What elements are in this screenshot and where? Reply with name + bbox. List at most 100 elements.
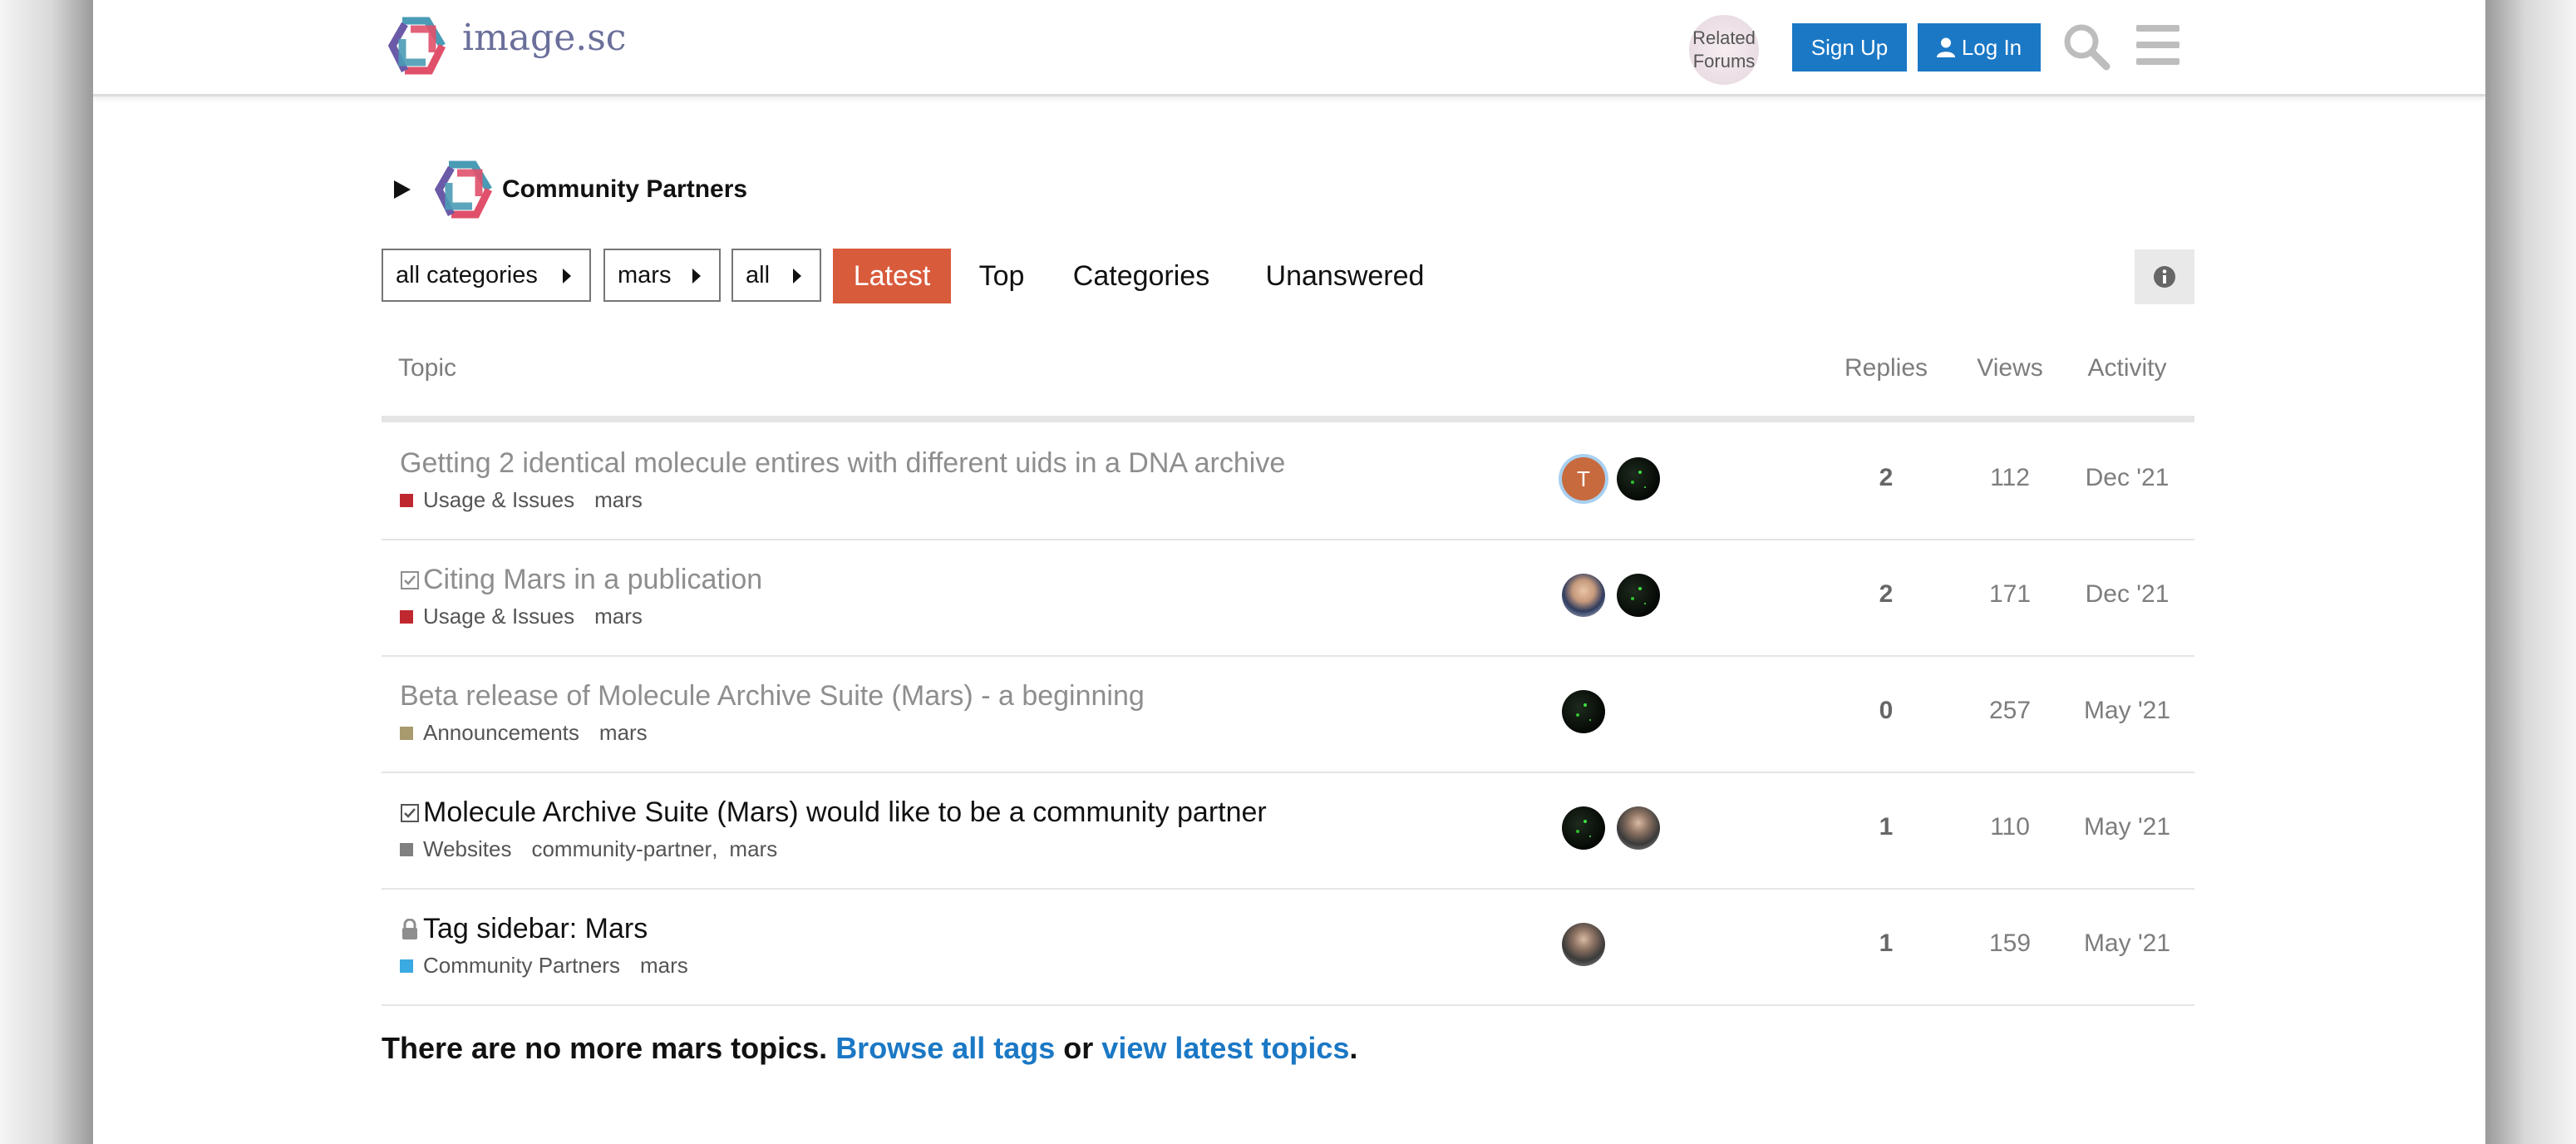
avatar[interactable] bbox=[1617, 457, 1660, 500]
reply-count[interactable]: 1 bbox=[1836, 813, 1936, 841]
category-badge-icon bbox=[400, 842, 413, 856]
category-title[interactable]: Community Partners bbox=[502, 175, 747, 204]
tag-link[interactable]: community-partner bbox=[531, 836, 712, 862]
avatar[interactable] bbox=[1617, 806, 1660, 850]
table-row: Molecule Archive Suite (Mars) would like… bbox=[382, 772, 2194, 890]
footer-middle: or bbox=[1055, 1031, 1102, 1065]
reply-count[interactable]: 0 bbox=[1836, 697, 1936, 725]
topic-title-text: Tag sidebar: Mars bbox=[423, 913, 648, 944]
table-row: Beta release of Molecule Archive Suite (… bbox=[382, 655, 2194, 773]
sign-up-label: Sign Up bbox=[1810, 34, 1889, 60]
sign-up-button[interactable]: Sign Up bbox=[1792, 23, 1907, 72]
topic-title-link[interactable]: Citing Mars in a publication bbox=[400, 564, 762, 596]
subset-dropdown[interactable]: all bbox=[731, 249, 821, 302]
tag-link[interactable]: mars bbox=[640, 953, 688, 979]
column-replies[interactable]: Replies bbox=[1836, 354, 1936, 382]
topic-title-text: Citing Mars in a publication bbox=[423, 564, 763, 595]
category-header: Community Partners bbox=[384, 156, 747, 223]
nav-latest[interactable]: Latest bbox=[833, 249, 951, 303]
related-forums-button[interactable]: Related Forums bbox=[1689, 15, 1759, 85]
avatar[interactable] bbox=[1562, 923, 1605, 966]
no-more-topics-message: There are no more mars topics. Browse al… bbox=[382, 1031, 1357, 1066]
category-link[interactable]: Websites bbox=[423, 836, 511, 862]
topic-meta: Usage & Issues mars bbox=[400, 487, 643, 513]
posters bbox=[1562, 574, 1672, 617]
footer-prefix: There are no more mars topics. bbox=[382, 1031, 836, 1065]
avatar[interactable] bbox=[1617, 574, 1660, 617]
log-in-button[interactable]: Log In bbox=[1918, 23, 2041, 72]
caret-right-icon bbox=[563, 269, 571, 284]
tag-link[interactable]: mars bbox=[599, 720, 648, 746]
avatar[interactable] bbox=[1562, 806, 1605, 850]
avatar[interactable]: T bbox=[1562, 457, 1605, 500]
topic-title-link[interactable]: Molecule Archive Suite (Mars) would like… bbox=[400, 796, 1267, 829]
page: image.sc Related Forums Sign Up Log In C… bbox=[93, 0, 2485, 1144]
nav-top[interactable]: Top bbox=[974, 249, 1029, 303]
view-count: 171 bbox=[1988, 580, 2032, 608]
view-count: 257 bbox=[1988, 697, 2032, 724]
tag-link[interactable]: mars bbox=[729, 836, 777, 862]
nav-unanswered[interactable]: Unanswered bbox=[1262, 249, 1428, 303]
topic-title-link[interactable]: Tag sidebar: Mars bbox=[400, 913, 648, 945]
tag-dropdown-value: mars bbox=[618, 261, 672, 288]
posters bbox=[1562, 690, 1617, 733]
topic-meta: Usage & Issues mars bbox=[400, 604, 643, 629]
tag-link[interactable]: mars bbox=[594, 487, 643, 513]
topic-meta: Websites community-partner, mars bbox=[400, 836, 777, 862]
user-icon bbox=[1936, 37, 1955, 57]
activity-date[interactable]: Dec '21 bbox=[2077, 580, 2177, 609]
category-link[interactable]: Community Partners bbox=[423, 953, 620, 979]
solved-checkbox-icon bbox=[401, 570, 419, 589]
column-activity[interactable]: Activity bbox=[2077, 354, 2177, 382]
log-in-label: Log In bbox=[1961, 34, 2022, 60]
nav-categories[interactable]: Categories bbox=[1071, 249, 1212, 303]
info-icon bbox=[2154, 266, 2175, 288]
hamburger-menu-icon[interactable] bbox=[2135, 23, 2181, 67]
category-link[interactable]: Announcements bbox=[423, 720, 579, 746]
caret-right-icon bbox=[692, 269, 701, 284]
browse-all-tags-link[interactable]: Browse all tags bbox=[835, 1031, 1055, 1065]
reply-count[interactable]: 1 bbox=[1836, 930, 1936, 958]
view-latest-topics-link[interactable]: view latest topics bbox=[1101, 1031, 1349, 1065]
category-link[interactable]: Usage & Issues bbox=[423, 487, 574, 513]
topic-title-link[interactable]: Beta release of Molecule Archive Suite (… bbox=[400, 680, 1145, 713]
activity-date[interactable]: May '21 bbox=[2077, 930, 2177, 958]
avatar[interactable] bbox=[1562, 690, 1605, 733]
reply-count[interactable]: 2 bbox=[1836, 464, 1936, 492]
posters bbox=[1562, 806, 1672, 850]
posters: T bbox=[1562, 457, 1672, 500]
category-badge-icon bbox=[400, 493, 413, 507]
column-views[interactable]: Views bbox=[1973, 354, 2047, 382]
search-icon[interactable] bbox=[2061, 22, 2111, 72]
info-button[interactable] bbox=[2135, 249, 2194, 304]
caret-right-icon bbox=[793, 269, 801, 284]
activity-date[interactable]: May '21 bbox=[2077, 813, 2177, 841]
tag-separator: , bbox=[712, 836, 718, 861]
table-row: Tag sidebar: Mars Community Partners mar… bbox=[382, 888, 2194, 1006]
activity-date[interactable]: May '21 bbox=[2077, 697, 2177, 725]
column-topic: Topic bbox=[398, 354, 457, 382]
related-label-line1: Related bbox=[1692, 27, 1756, 48]
expand-caret-icon[interactable] bbox=[394, 180, 411, 199]
site-header: image.sc Related Forums Sign Up Log In bbox=[93, 0, 2485, 96]
table-row: Getting 2 identical molecule entires wit… bbox=[382, 422, 2194, 540]
activity-date[interactable]: Dec '21 bbox=[2077, 464, 2177, 492]
view-count: 159 bbox=[1988, 930, 2032, 957]
category-logo bbox=[434, 160, 493, 219]
related-label-line2: Forums bbox=[1692, 51, 1756, 72]
footer-suffix: . bbox=[1349, 1031, 1358, 1065]
logo[interactable] bbox=[384, 12, 451, 79]
category-link[interactable]: Usage & Issues bbox=[423, 604, 574, 629]
tag-link[interactable]: mars bbox=[594, 604, 643, 629]
subset-dropdown-value: all bbox=[746, 261, 771, 288]
site-name[interactable]: image.sc bbox=[462, 17, 626, 59]
avatar[interactable] bbox=[1562, 574, 1605, 617]
lock-icon bbox=[402, 918, 417, 939]
topic-title-link[interactable]: Getting 2 identical molecule entires wit… bbox=[400, 447, 1285, 480]
reply-count[interactable]: 2 bbox=[1836, 580, 1936, 609]
topic-title-text: Molecule Archive Suite (Mars) would like… bbox=[423, 796, 1267, 828]
tag-dropdown[interactable]: mars bbox=[603, 249, 721, 302]
categories-dropdown-value: all categories bbox=[396, 261, 538, 288]
table-header: Topic Replies Views Activity bbox=[382, 333, 2194, 422]
categories-dropdown[interactable]: all categories bbox=[382, 249, 591, 302]
